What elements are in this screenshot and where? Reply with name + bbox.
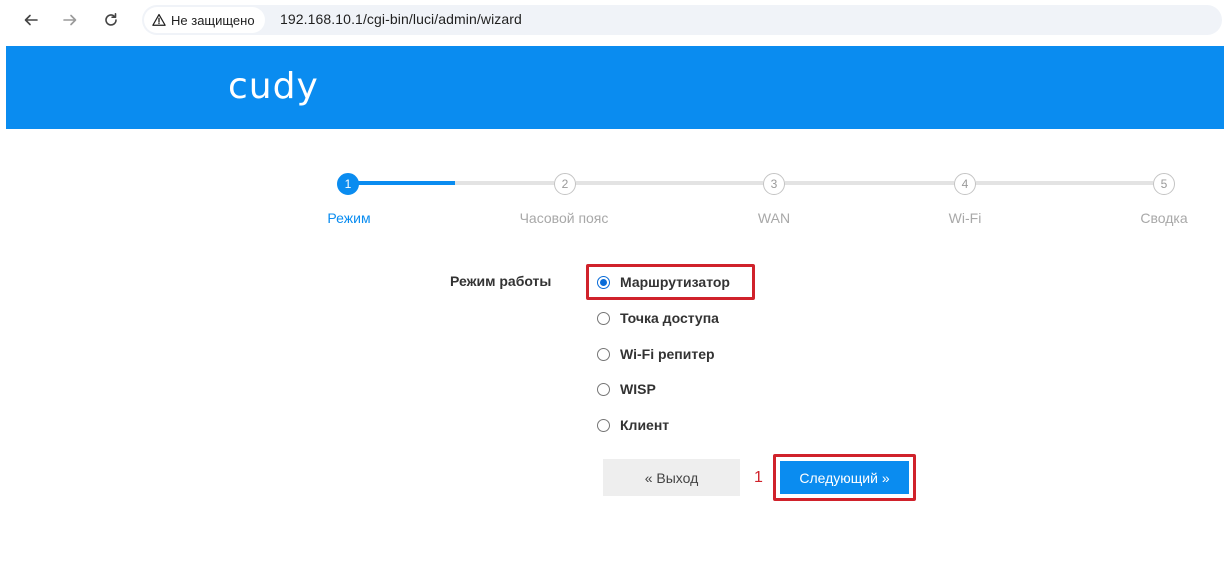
mode-option-access-point[interactable]: Точка доступа	[597, 307, 719, 329]
app-header: cudy	[6, 46, 1224, 129]
operation-mode-label: Режим работы	[450, 273, 552, 289]
mode-option-wifi-repeater[interactable]: Wi-Fi репитер	[597, 343, 715, 365]
warning-triangle-icon	[152, 13, 166, 26]
mode-option-client[interactable]: Клиент	[597, 414, 669, 436]
step-track-line	[976, 181, 1153, 185]
step-track-line	[785, 181, 954, 185]
step-1-circle: 1	[337, 173, 359, 195]
step-2-circle: 2	[554, 173, 576, 195]
step-progress-line	[355, 181, 455, 185]
url-text[interactable]: 192.168.10.1/cgi-bin/luci/admin/wizard	[280, 11, 522, 27]
step-track-line	[576, 181, 763, 185]
radio-button[interactable]	[597, 311, 610, 325]
mode-option-label: Маршрутизатор	[620, 274, 730, 290]
mode-option-wisp[interactable]: WISP	[597, 378, 656, 400]
step-3-label: WAN	[757, 210, 791, 226]
cudy-logo: cudy	[228, 66, 319, 107]
mode-option-label: Клиент	[620, 417, 670, 433]
step-track-line	[455, 181, 554, 185]
step-2-label: Часовой пояс	[519, 210, 609, 226]
mode-option-label: Точка доступа	[620, 310, 719, 326]
exit-button[interactable]: « Выход	[603, 459, 740, 496]
mode-option-label: WISP	[620, 381, 656, 397]
radio-button[interactable]	[597, 347, 610, 361]
next-button[interactable]: Следующий »	[780, 461, 909, 494]
radio-button-checked[interactable]	[597, 275, 610, 289]
arrow-right-icon	[63, 14, 77, 26]
step-4-circle: 4	[954, 173, 976, 195]
reload-icon	[105, 13, 117, 26]
step-5-circle: 5	[1153, 173, 1175, 195]
radio-button[interactable]	[597, 418, 610, 432]
security-text: Не защищено	[171, 12, 255, 28]
step-1-label: Режим	[327, 210, 371, 226]
step-5-label: Сводка	[1140, 210, 1188, 226]
wizard-stepper: 1 2 3 4 5 Режим Часовой пояс WAN Wi-Fi С…	[0, 170, 1224, 230]
forward-button[interactable]	[58, 8, 82, 32]
back-button[interactable]	[19, 8, 43, 32]
mode-option-router[interactable]: Маршрутизатор	[597, 271, 730, 293]
radio-button[interactable]	[597, 382, 610, 396]
reload-button[interactable]	[99, 8, 123, 32]
security-indicator[interactable]: Не защищено	[144, 7, 265, 33]
arrow-left-icon	[24, 14, 38, 26]
step-3-circle: 3	[763, 173, 785, 195]
mode-option-label: Wi-Fi репитер	[620, 346, 715, 362]
step-4-label: Wi-Fi	[948, 210, 982, 226]
browser-toolbar: Не защищено 192.168.10.1/cgi-bin/luci/ad…	[0, 0, 1224, 40]
annotation-step-number: 1	[754, 469, 763, 486]
